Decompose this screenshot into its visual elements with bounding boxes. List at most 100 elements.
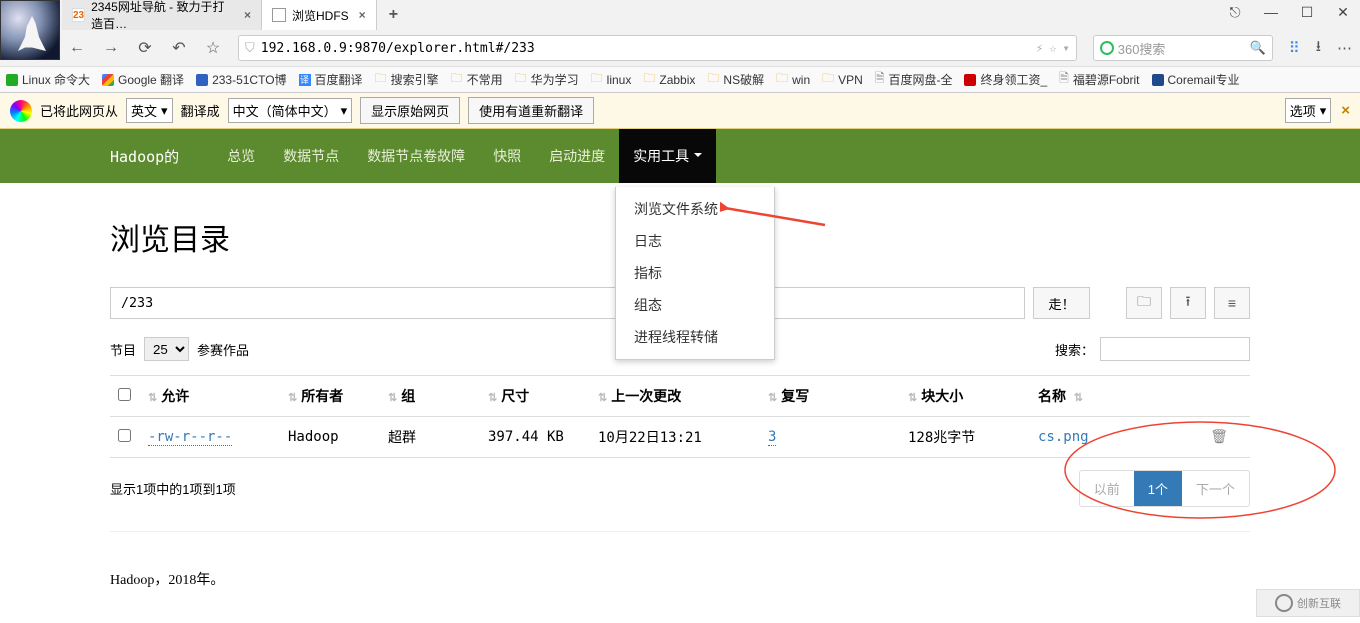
addr-dropdown-icon[interactable]: ▾ xyxy=(1063,41,1070,55)
browser-tab-hdfs[interactable]: 浏览HDFS × xyxy=(262,0,377,30)
bookmark-folder[interactable]: 🗀VPN xyxy=(822,69,863,90)
to-language-select[interactable]: 中文（简体中文）▾ xyxy=(228,98,353,123)
replication-link[interactable]: 3 xyxy=(768,429,776,446)
download-icon[interactable]: ⭳ xyxy=(1316,36,1321,61)
row-checkbox[interactable] xyxy=(118,429,131,442)
minimize-window-icon[interactable]: — xyxy=(1262,4,1280,21)
nav-volume-failures[interactable]: 数据节点卷故障 xyxy=(353,129,479,183)
folder-icon: 🗀 xyxy=(707,69,719,90)
paginate-next[interactable]: 下一个 xyxy=(1182,471,1249,506)
address-bar[interactable]: ⛉ 192.168.0.9:9870/explorer.html#/233 ⚡ … xyxy=(238,35,1077,61)
permission-link[interactable]: -rw-r--r-- xyxy=(148,429,232,446)
sort-icon[interactable] xyxy=(1074,392,1083,404)
sort-icon[interactable] xyxy=(288,392,297,404)
dropdown-config[interactable]: 组态 xyxy=(616,289,774,321)
bookmark-item[interactable]: 🗎福碧源Fobrit xyxy=(1059,69,1139,90)
bookmark-item[interactable]: Linux 命令大 xyxy=(6,71,90,88)
back-icon[interactable]: ← xyxy=(68,39,86,57)
folder-icon: 🗀 xyxy=(776,69,788,90)
file-name-link[interactable]: cs.png xyxy=(1038,429,1089,445)
new-tab-button[interactable]: + xyxy=(377,0,410,30)
apps-grid-icon[interactable] xyxy=(1289,39,1300,57)
go-button[interactable]: 走！ xyxy=(1033,287,1090,319)
bookmark-item[interactable]: 🗎百度网盘-全 xyxy=(875,69,953,90)
url-text: 192.168.0.9:9870/explorer.html#/233 xyxy=(261,41,1030,56)
close-translate-bar-icon[interactable]: × xyxy=(1341,102,1350,119)
translate-mid: 翻译成 xyxy=(181,101,220,120)
table-row: -rw-r--r-- Hadoop 超群 397.44 KB 10月22日13:… xyxy=(110,417,1250,458)
forward-icon[interactable]: → xyxy=(102,39,120,57)
shield-icon: ⛉ xyxy=(245,41,255,56)
cell-group: 超群 xyxy=(380,417,480,458)
search-input[interactable] xyxy=(1100,337,1250,361)
close-tab-icon[interactable]: × xyxy=(244,8,251,22)
menu-icon[interactable]: ⋯ xyxy=(1337,39,1352,57)
retranslate-button[interactable]: 使用有道重新翻译 xyxy=(468,97,594,124)
bookmark-item[interactable]: 233-51CTO博 xyxy=(196,71,286,88)
dropdown-browse-fs[interactable]: 浏览文件系统 xyxy=(616,193,774,225)
translate-options-select[interactable]: 选项▾ xyxy=(1285,98,1332,123)
dropdown-thread-dump[interactable]: 进程线程转储 xyxy=(616,321,774,353)
folder-icon: 🗀 xyxy=(643,69,655,90)
favorite-star-icon[interactable]: ☆ xyxy=(1049,41,1056,55)
sort-icon[interactable] xyxy=(908,392,917,404)
from-language-select[interactable]: 英文▾ xyxy=(126,98,173,123)
sort-icon[interactable] xyxy=(388,392,397,404)
entries-select[interactable]: 25 xyxy=(144,337,189,361)
bookmark-coremail-icon xyxy=(1152,74,1164,86)
lightning-icon[interactable]: ⚡ xyxy=(1036,41,1043,55)
show-original-button[interactable]: 显示原始网页 xyxy=(360,97,460,124)
close-window-icon[interactable]: ✕ xyxy=(1334,4,1352,21)
sort-icon[interactable] xyxy=(598,392,607,404)
reload-icon[interactable]: ⟳ xyxy=(136,38,154,58)
shirt-icon[interactable]: ⎋ xyxy=(1226,4,1244,21)
search-engine-logo-icon xyxy=(1100,41,1114,55)
paginate-prev[interactable]: 以前 xyxy=(1080,471,1134,506)
nav-overview[interactable]: 总览 xyxy=(213,129,269,183)
undo-icon[interactable]: ↶ xyxy=(170,38,188,58)
bookmark-folder[interactable]: 🗀linux xyxy=(591,69,632,90)
delete-icon[interactable]: 🗑 xyxy=(1210,429,1228,445)
bookmark-folder[interactable]: 🗀Zabbix xyxy=(643,69,695,90)
select-all-checkbox[interactable] xyxy=(118,388,131,401)
bookmark-folder[interactable]: 🗀NS破解 xyxy=(707,69,764,90)
bookmark-baidu-icon: 译 xyxy=(299,74,311,86)
bookmark-folder[interactable]: 🗀不常用 xyxy=(451,69,503,90)
wolf-avatar-logo xyxy=(0,0,60,60)
search-label: 搜索： xyxy=(1055,340,1094,359)
nav-snapshot[interactable]: 快照 xyxy=(479,129,535,183)
search-icon[interactable]: 🔍 xyxy=(1250,40,1266,56)
browser-tab-2345[interactable]: 23 2345网址导航 - 致力于打造百… × xyxy=(62,0,262,30)
nav-utilities[interactable]: 实用工具 xyxy=(619,129,716,183)
bookmark-folder[interactable]: 🗀华为学习 xyxy=(515,69,579,90)
pagination: 以前 1个 下一个 xyxy=(1079,470,1250,507)
bookmark-item[interactable]: 终身领工资_ xyxy=(964,71,1047,88)
bookmark-item[interactable]: 译百度翻译 xyxy=(299,71,363,88)
cut-button[interactable]: ≡ xyxy=(1214,287,1250,319)
dropdown-logs[interactable]: 日志 xyxy=(616,225,774,257)
nav-datanodes[interactable]: 数据节点 xyxy=(269,129,353,183)
bookmark-item[interactable]: Coremail专业 xyxy=(1152,71,1240,88)
path-input[interactable] xyxy=(110,287,1025,319)
translate-bar: 已将此网页从 英文▾ 翻译成 中文（简体中文）▾ 显示原始网页 使用有道重新翻译… xyxy=(0,93,1360,129)
folder-icon: 🗀 xyxy=(451,69,463,90)
maximize-window-icon[interactable]: ☐ xyxy=(1298,4,1316,21)
sort-icon[interactable] xyxy=(148,392,157,404)
star-icon[interactable]: ☆ xyxy=(204,38,222,58)
bookmark-item[interactable]: Google 翻译 xyxy=(102,71,184,88)
bookmark-folder[interactable]: 🗀win xyxy=(776,69,810,90)
search-engine-input[interactable]: 360搜索 🔍 xyxy=(1093,35,1273,61)
bookmark-folder[interactable]: 🗀搜索引擎 xyxy=(375,69,439,90)
bookmark-linux-icon xyxy=(6,74,18,86)
folder-icon: 🗀 xyxy=(822,69,834,90)
sort-icon[interactable] xyxy=(768,392,777,404)
entries-label-post: 参赛作品 xyxy=(197,340,249,359)
upload-button[interactable]: ⭱ xyxy=(1170,287,1206,319)
paginate-current[interactable]: 1个 xyxy=(1134,471,1182,506)
dropdown-metrics[interactable]: 指标 xyxy=(616,257,774,289)
close-tab-icon[interactable]: × xyxy=(359,8,366,22)
sort-icon[interactable] xyxy=(488,392,497,404)
nav-startup-progress[interactable]: 启动进度 xyxy=(535,129,619,183)
hadoop-brand[interactable]: Hadoop的 xyxy=(110,146,179,167)
new-folder-button[interactable]: 🗀 xyxy=(1126,287,1162,319)
